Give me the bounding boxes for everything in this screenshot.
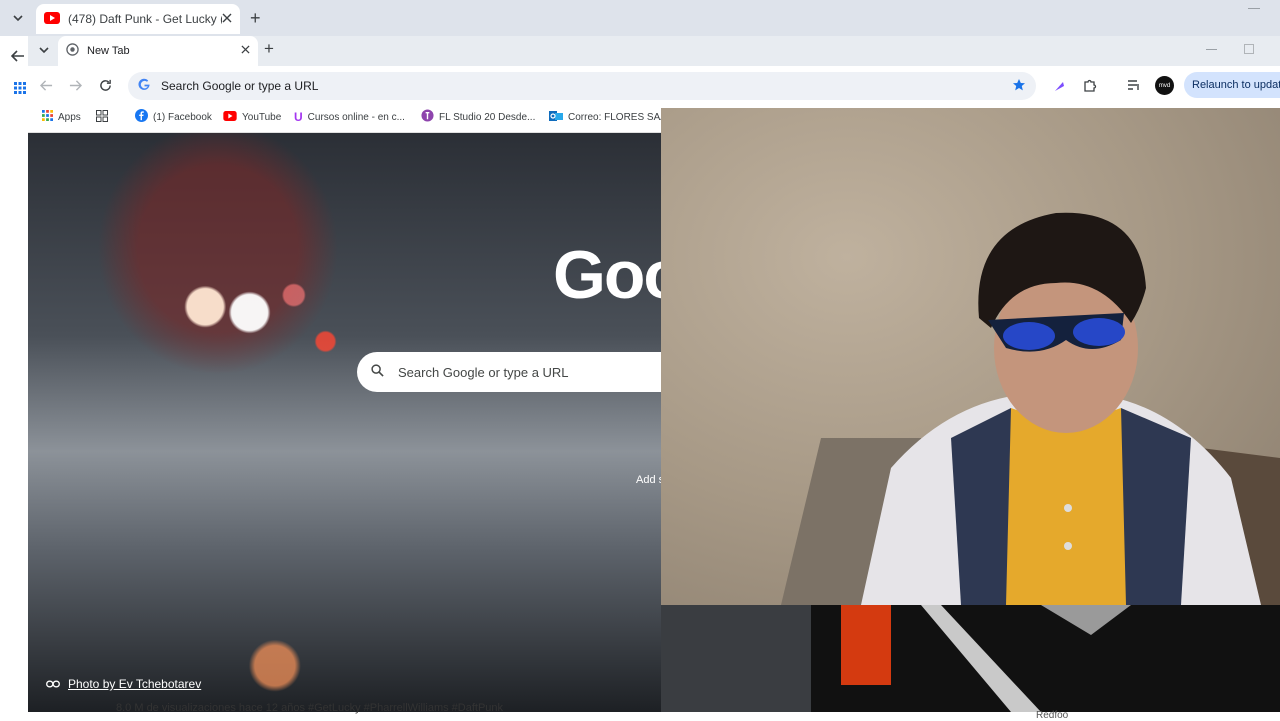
outer-minimize-icon[interactable] — [1248, 8, 1260, 9]
bookmark-label: Cursos online - en c... — [307, 111, 405, 123]
front-minimize-icon[interactable] — [1206, 49, 1217, 50]
youtube-icon — [44, 11, 60, 27]
facebook-icon — [135, 109, 148, 125]
bookmark-apps[interactable]: Apps — [42, 106, 81, 128]
photo-credit-link[interactable]: Photo by Ev Tchebotarev — [46, 677, 201, 691]
omnibox-text: Search Google or type a URL — [161, 79, 319, 93]
extensions-puzzle-icon[interactable] — [1080, 76, 1100, 94]
media-queue-icon[interactable] — [1124, 76, 1144, 94]
flstudio-icon — [421, 109, 434, 125]
ntp-search-placeholder: Search Google or type a URL — [398, 364, 569, 380]
bookmark-facebook[interactable]: (1) Facebook — [135, 106, 212, 128]
forward-arrow-icon[interactable] — [65, 76, 85, 94]
back-arrow-icon[interactable] — [36, 76, 56, 94]
bookmark-label: FL Studio 20 Desde... — [439, 111, 536, 123]
outer-window-edge — [0, 36, 28, 720]
udemy-icon: U — [294, 110, 303, 124]
front-tab-search-chevron-icon[interactable] — [34, 40, 54, 60]
outer-new-tab-button[interactable]: + — [250, 8, 261, 29]
bookmark-udemy[interactable]: U Cursos online - en c... — [294, 106, 405, 128]
google-g-icon — [138, 78, 151, 94]
outlook-icon — [549, 110, 563, 125]
outer-apps-icon[interactable] — [10, 80, 30, 96]
bookmark-youtube[interactable]: YouTube — [223, 106, 281, 128]
webcam-overlay — [661, 108, 1280, 605]
relaunch-button[interactable]: Relaunch to update — [1184, 72, 1280, 98]
chrome-icon — [66, 43, 79, 59]
tab-groups-icon — [96, 109, 108, 125]
bookmark-outlook[interactable]: Correo: FLORES SAA... — [549, 106, 675, 128]
front-tab-new-tab[interactable]: New Tab — [58, 36, 258, 66]
outer-tab-title: (478) Daft Punk - Get Lucky (Of — [68, 12, 222, 26]
omnibox[interactable]: Search Google or type a URL — [128, 72, 1036, 100]
bookmark-label: YouTube — [242, 111, 282, 123]
background-video-strip — [661, 605, 1280, 712]
ntp-search-box[interactable]: Search Google or type a URL — [357, 352, 697, 392]
youtube-icon — [223, 110, 237, 124]
bookmark-label: (1) Facebook — [153, 111, 212, 123]
search-icon — [371, 364, 384, 380]
bookmark-label: Apps — [58, 111, 81, 123]
video-views-text: 8.0 M de visualizaciones hace 12 años #G… — [116, 702, 504, 714]
add-shortcut-label[interactable]: Add s — [636, 474, 664, 486]
close-icon[interactable] — [241, 45, 250, 57]
close-icon[interactable] — [222, 12, 232, 26]
tab-search-chevron-icon[interactable] — [8, 8, 28, 28]
front-tab-title: New Tab — [87, 45, 130, 57]
profile-avatar-icon[interactable]: mvd — [1155, 76, 1174, 95]
apps-grid-icon — [42, 110, 53, 124]
webcam-person-image — [781, 212, 1280, 605]
photo-credit-text: Photo by Ev Tchebotarev — [68, 677, 202, 691]
outer-back-arrow-icon[interactable] — [8, 46, 28, 66]
bookmark-tab-groups[interactable] — [96, 106, 108, 128]
bookmark-flstudio[interactable]: FL Studio 20 Desde... — [421, 106, 535, 128]
channel-name-partial: Redfoo — [1036, 710, 1069, 721]
reload-icon[interactable] — [95, 76, 115, 94]
front-restore-icon[interactable] — [1244, 44, 1254, 54]
extension-feather-icon[interactable] — [1050, 77, 1068, 95]
outer-tab-youtube[interactable]: (478) Daft Punk - Get Lucky (Of — [36, 4, 240, 34]
ntp-background-photo — [28, 133, 661, 712]
bookmark-star-icon[interactable] — [1012, 78, 1026, 95]
front-new-tab-button[interactable]: + — [264, 39, 274, 59]
bookmark-label: Correo: FLORES SAA... — [568, 111, 676, 123]
link-icon — [46, 677, 60, 691]
